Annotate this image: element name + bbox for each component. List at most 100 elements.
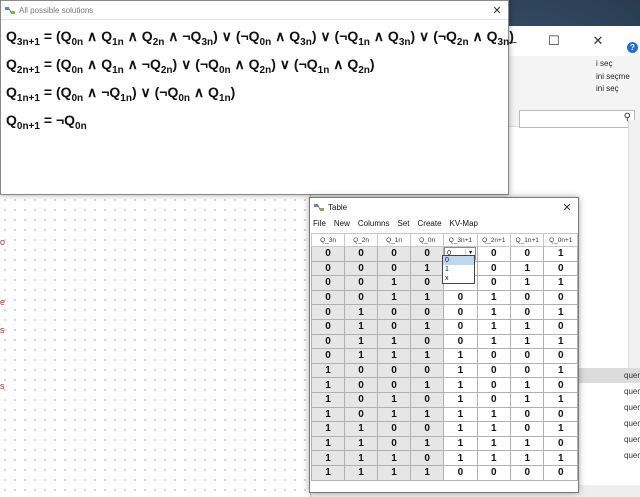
output-cell[interactable]: 1 — [510, 275, 545, 291]
output-cell[interactable]: 0 — [543, 406, 578, 423]
output-cell[interactable]: 1 — [476, 318, 512, 335]
output-cell[interactable]: 0 — [476, 362, 512, 379]
output-cell[interactable]: 0 — [443, 318, 478, 335]
menu-file[interactable]: File — [313, 219, 326, 228]
output-cell[interactable]: 0 — [510, 289, 545, 306]
output-cell[interactable]: 0 — [476, 391, 512, 408]
output-cell[interactable]: 1 — [543, 333, 578, 350]
dropdown-option[interactable]: 1 — [443, 265, 474, 274]
output-cell[interactable]: 0 — [543, 318, 578, 335]
ribbon-text[interactable]: ini seçme — [596, 72, 630, 81]
search-input[interactable]: ⚲ — [519, 110, 635, 128]
input-cell: 0 — [377, 362, 412, 379]
output-cell[interactable]: 0 — [443, 333, 478, 350]
output-cell[interactable]: 1 — [476, 450, 512, 466]
output-cell[interactable]: 1 — [510, 318, 545, 335]
output-cell[interactable]: 0 — [510, 406, 545, 423]
output-cell[interactable]: 0 — [476, 348, 512, 364]
equation-term-subscript: 1n — [112, 64, 124, 76]
table-row: 00110100 — [310, 289, 578, 306]
output-cell[interactable]: 0 — [510, 246, 545, 262]
output-cell[interactable]: 1 — [476, 289, 512, 306]
output-cell[interactable]: 1 — [543, 391, 578, 408]
output-cell[interactable]: 1 — [443, 348, 478, 364]
menu-columns[interactable]: Columns — [358, 219, 390, 228]
output-cell[interactable]: 0 — [543, 377, 578, 393]
dropdown-option[interactable]: 0 — [443, 256, 474, 265]
menu-set[interactable]: Set — [397, 219, 409, 228]
output-cell[interactable]: 0 — [510, 304, 545, 320]
output-cell[interactable]: 0 — [510, 362, 545, 379]
output-cell[interactable]: 1 — [443, 421, 478, 437]
close-button[interactable]: ✕ — [585, 33, 611, 49]
ribbon-text[interactable]: i seç — [596, 59, 612, 68]
output-cell[interactable]: 0 — [543, 348, 578, 364]
output-cell[interactable]: 1 — [510, 391, 545, 408]
output-cell[interactable]: 1 — [443, 450, 478, 466]
output-cell[interactable]: 1 — [476, 333, 512, 350]
output-cell[interactable]: 1 — [476, 304, 512, 320]
input-cell: 0 — [344, 275, 379, 291]
maximize-button[interactable]: ☐ — [541, 33, 567, 49]
output-cell[interactable]: 0 — [543, 464, 578, 481]
circuit-canvas[interactable]: o e s s — [0, 195, 311, 497]
output-cell[interactable]: 1 — [543, 246, 578, 262]
column-header[interactable]: Q_2n+1 — [476, 233, 512, 247]
output-cell[interactable]: 1 — [476, 406, 512, 423]
column-header[interactable]: Q_0n — [410, 233, 445, 247]
output-cell[interactable]: 1 — [510, 450, 545, 466]
close-icon[interactable]: ✕ — [556, 201, 578, 214]
output-cell[interactable]: 1 — [543, 450, 578, 466]
ribbon-text[interactable]: ini seç — [596, 84, 619, 93]
output-cell[interactable]: 0 — [443, 304, 478, 320]
equation-list: Q3n+1 = (Q0n ∧ Q1n ∧ Q2n ∧ ¬Q3n) ∨ (¬Q0n… — [1, 20, 514, 136]
output-cell[interactable]: 0 — [476, 246, 512, 262]
output-cell[interactable]: 0 — [476, 260, 512, 277]
column-header[interactable]: Q_3n+1 — [443, 233, 478, 247]
output-cell[interactable]: 1 — [443, 406, 478, 423]
menu-kv-map[interactable]: KV-Map — [450, 219, 478, 228]
dropdown-option[interactable]: x — [443, 274, 474, 283]
output-cell[interactable]: 1 — [543, 275, 578, 291]
output-cell[interactable]: 0 — [510, 348, 545, 364]
column-header[interactable]: Q_1n — [377, 233, 412, 247]
output-cell[interactable]: 0 — [443, 464, 478, 481]
equation-term-subscript: 1n — [317, 64, 330, 76]
output-cell[interactable]: 0 — [476, 377, 512, 393]
output-cell[interactable]: 0 — [543, 435, 578, 452]
output-cell[interactable]: 1 — [476, 421, 512, 437]
output-cell[interactable]: 1 — [443, 362, 478, 379]
output-cell[interactable]: 1 — [443, 377, 478, 393]
output-cell[interactable]: 0 — [443, 289, 478, 306]
output-cell[interactable]: 1 — [476, 435, 512, 452]
output-cell[interactable]: 0 — [543, 260, 578, 277]
menu-new[interactable]: New — [334, 219, 350, 228]
output-cell[interactable]: 1 — [543, 421, 578, 437]
output-cell[interactable]: 1 — [443, 435, 478, 452]
output-cell[interactable]: 1 — [510, 260, 545, 277]
column-header[interactable]: Q_1n+1 — [510, 233, 545, 247]
output-cell[interactable]: 0 — [510, 464, 545, 481]
output-cell[interactable]: 0 — [510, 421, 545, 437]
output-cell[interactable]: 1 — [510, 333, 545, 350]
output-cell[interactable]: 0 — [543, 289, 578, 306]
column-header[interactable]: Q_2n — [344, 233, 379, 247]
input-cell: 0 — [377, 421, 412, 437]
column-header[interactable]: Q_3n — [310, 233, 346, 247]
help-icon[interactable]: ? — [627, 42, 638, 53]
close-icon[interactable]: ✕ — [486, 4, 508, 17]
equation-lhs: Q — [6, 28, 17, 44]
input-cell: 0 — [410, 362, 445, 379]
output-cell[interactable]: 1 — [510, 377, 545, 393]
value-dropdown-list[interactable]: 0 1 x — [442, 255, 475, 284]
output-cell[interactable]: 0 — [476, 464, 512, 481]
output-cell[interactable]: 1 — [443, 391, 478, 408]
output-cell[interactable]: 1 — [543, 362, 578, 379]
output-cell[interactable]: 1 — [510, 435, 545, 452]
menu-create[interactable]: Create — [418, 219, 442, 228]
input-cell: 1 — [410, 318, 445, 335]
equation-term: ) — [230, 84, 236, 100]
column-header[interactable]: Q_0n+1 — [543, 233, 578, 247]
output-cell[interactable]: 0 — [476, 275, 512, 291]
output-cell[interactable]: 1 — [543, 304, 578, 320]
